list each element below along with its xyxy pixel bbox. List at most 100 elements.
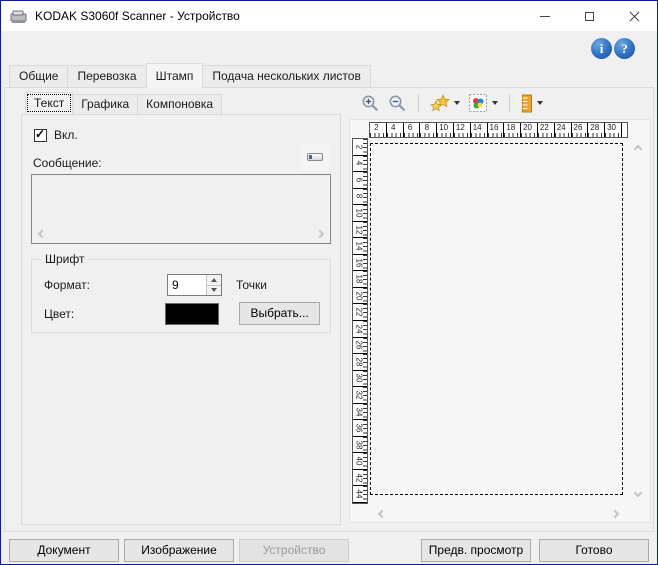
- chevron-left-icon: [377, 509, 387, 519]
- format-input[interactable]: [168, 275, 206, 295]
- ruler-cell: 30: [605, 123, 622, 137]
- window-title: KODAK S3060f Scanner - Устройство: [35, 9, 240, 23]
- field-button-icon: [306, 153, 323, 161]
- preview-canvas[interactable]: [369, 138, 628, 504]
- device-button[interactable]: Устройство: [239, 539, 349, 562]
- tab-layout[interactable]: Компоновка: [137, 94, 223, 114]
- document-button[interactable]: Документ: [9, 539, 119, 562]
- color-label: Цвет:: [44, 306, 75, 321]
- scroll-down-button[interactable]: [631, 486, 645, 500]
- ruler-cell: 10: [353, 205, 367, 222]
- minimize-icon: [539, 15, 550, 17]
- message-listbox[interactable]: [31, 174, 331, 244]
- spin-down-button[interactable]: [207, 284, 221, 295]
- ruler-cell: 30: [353, 370, 367, 388]
- message-horizontal-scrollbar[interactable]: [33, 227, 329, 242]
- window-controls: [522, 1, 657, 31]
- maximize-icon: [585, 11, 594, 21]
- preview-vertical-scrollbar[interactable]: [630, 138, 647, 504]
- vertical-ruler: 2 4 6 8 10 12 14 16 18 20 22 24 26 28 30 32 34 36 38 40 42 44: [352, 138, 368, 504]
- format-row: Формат: Точки: [44, 274, 320, 296]
- preview-horizontal-scrollbar[interactable]: [369, 506, 628, 522]
- message-label: Сообщение:: [33, 156, 102, 170]
- chevron-right-icon: [610, 509, 620, 519]
- ruler-cell: 16: [353, 254, 367, 272]
- format-label: Формат:: [44, 278, 90, 292]
- enable-label: Вкл.: [54, 128, 78, 142]
- ruler-cell: 20: [521, 123, 538, 137]
- ruler-cell: 32: [353, 387, 367, 404]
- ruler-cell: 8: [353, 188, 367, 206]
- enable-row: Вкл.: [34, 127, 78, 142]
- ruler-cell: 14: [353, 238, 367, 255]
- tab-stamp[interactable]: Штамп: [145, 63, 204, 88]
- chevron-right-icon: [315, 229, 325, 239]
- preview-button[interactable]: Предв. просмотр: [421, 539, 531, 562]
- ruler-cell: 28: [588, 123, 606, 137]
- minimize-button[interactable]: [522, 1, 567, 31]
- ruler-cell: 12: [453, 123, 471, 137]
- zoom-in-icon: [362, 95, 379, 111]
- ruler-cell: 26: [571, 123, 589, 137]
- tab-text[interactable]: Текст: [25, 92, 74, 114]
- ruler-cell: 24: [353, 321, 367, 338]
- font-group: Шрифт Формат: Точки Цвет: Выбрать...: [31, 252, 331, 333]
- toolbar-separator: [509, 94, 510, 112]
- ruler-cell: 42: [353, 469, 367, 487]
- help-icon[interactable]: ?: [614, 38, 635, 59]
- scroll-left-button[interactable]: [35, 227, 49, 241]
- chevron-down-icon: [633, 488, 643, 498]
- info-icon[interactable]: i: [591, 38, 612, 59]
- ruler-cell: 10: [437, 123, 454, 137]
- ruler-cell: 4: [386, 123, 404, 137]
- zoom-in-button[interactable]: [357, 92, 384, 115]
- title-bar: KODAK S3060f Scanner - Устройство: [1, 1, 657, 31]
- ruler-cell: 24: [554, 123, 572, 137]
- format-spinner: [167, 274, 222, 296]
- choose-color-button[interactable]: Выбрать...: [239, 302, 320, 325]
- scroll-right-button[interactable]: [313, 227, 327, 241]
- tab-multifeed[interactable]: Подача нескольких листов: [202, 65, 371, 87]
- ruler-cell: 38: [353, 436, 367, 454]
- scroll-left-button[interactable]: [375, 507, 389, 521]
- ruler-cell: 36: [353, 420, 367, 437]
- toolbar-separator: [418, 94, 419, 112]
- zoom-out-button[interactable]: [384, 92, 411, 115]
- ruler-cell: 4: [353, 155, 367, 173]
- device-settings-window: KODAK S3060f Scanner - Устройство i ? Об…: [0, 0, 658, 565]
- chevron-down-icon: [537, 101, 543, 105]
- ruler-cell: 14: [470, 123, 488, 137]
- ruler-cell: 28: [353, 354, 367, 371]
- stamp-inner-tabstrip: Текст Графика Компоновка: [25, 92, 223, 115]
- stamp-selection-rect[interactable]: [370, 143, 623, 495]
- done-button[interactable]: Готово: [539, 539, 649, 562]
- chevron-up-icon: [633, 144, 643, 154]
- scroll-right-button[interactable]: [608, 507, 622, 521]
- ruler-cell: 18: [353, 271, 367, 288]
- spin-up-button[interactable]: [207, 275, 221, 285]
- font-group-title: Шрифт: [41, 252, 89, 266]
- tab-general[interactable]: Общие: [9, 65, 69, 87]
- enable-checkbox[interactable]: [34, 127, 47, 142]
- chevron-down-icon: [454, 101, 460, 105]
- maximize-button[interactable]: [567, 1, 612, 31]
- format-spin-buttons: [206, 275, 221, 295]
- ruler-cell: 12: [353, 221, 367, 239]
- ruler-cell: 2: [370, 123, 387, 137]
- format-units-label: Точки: [236, 278, 268, 292]
- chevron-left-icon: [37, 229, 47, 239]
- image-button[interactable]: Изображение: [124, 539, 234, 562]
- message-options-button[interactable]: [300, 144, 329, 170]
- scroll-up-button[interactable]: [631, 142, 645, 156]
- tab-transport[interactable]: Перевозка: [67, 65, 147, 87]
- ruler-cell: 26: [353, 337, 367, 355]
- arrow-up-icon: [211, 277, 217, 282]
- tab-graphic[interactable]: Графика: [72, 94, 139, 114]
- ruler-cell: 44: [353, 486, 367, 504]
- stamp-presets-button[interactable]: [426, 92, 464, 115]
- units-ruler-button[interactable]: [517, 92, 547, 115]
- preview-source-button[interactable]: [464, 92, 502, 115]
- zoom-out-icon: [389, 95, 406, 111]
- ruler-cell: 2: [353, 139, 367, 156]
- close-button[interactable]: [612, 1, 657, 31]
